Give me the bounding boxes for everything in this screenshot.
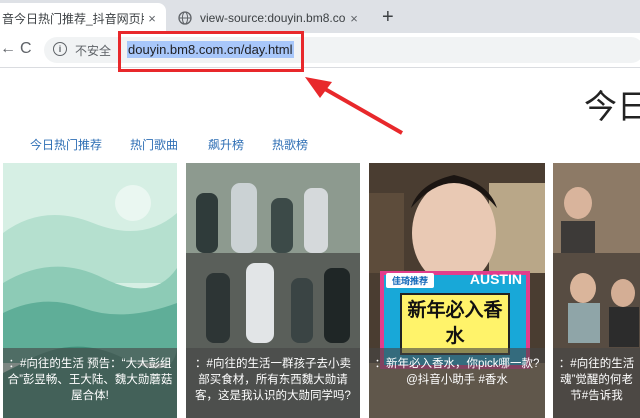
tab-title: 音今日热门推荐_抖音网页版|抖 [2, 11, 144, 26]
nav-item-today[interactable]: 今日热门推荐 [30, 136, 102, 153]
globe-icon [178, 11, 192, 25]
reload-icon[interactable]: C [20, 40, 32, 58]
page-title: 今日 [584, 88, 640, 125]
nav-item-rising[interactable]: 飙升榜 [208, 136, 244, 153]
new-tab-button[interactable]: + [382, 6, 394, 28]
nav-item-hot-chart[interactable]: 热歌榜 [272, 136, 308, 153]
toolbar: ← C i 不安全 douyin.bm8.com.cn/day.html [0, 33, 640, 68]
video-card[interactable]: ：#向往的生活一群孩子去小卖部买食材，所有东西魏大勋请客，这是我认识的大勋同学吗… [186, 163, 360, 418]
info-icon[interactable]: i [53, 42, 67, 56]
video-card[interactable]: ：#向往的生活 预告：“大大彭组合”彭昱畅、王大陆、魏大勋蘑菇屋合体! [3, 163, 177, 418]
not-secure-label[interactable]: 不安全 [75, 42, 111, 59]
sticker-badge: 佳琦推荐 [386, 273, 435, 288]
back-icon[interactable]: ← [0, 40, 16, 58]
sticker-text: 新年必入香水 [400, 293, 510, 355]
tab-view-source[interactable]: view-source:douyin.bm8.com.c × [168, 3, 368, 33]
video-card[interactable]: ：#向往的生活魂”觉醒的何老节#告诉我 [553, 163, 640, 418]
video-caption: ：#向往的生活魂”觉醒的何老节#告诉我 [553, 348, 640, 418]
close-tab-icon[interactable]: × [144, 11, 160, 26]
tab-title: view-source:douyin.bm8.com.c [200, 11, 346, 25]
tab-active[interactable]: 音今日热门推荐_抖音网页版|抖 × [0, 3, 166, 33]
video-caption: ：新年必入香水，你pick哪一款? @抖音小助手 #香水 [369, 348, 545, 418]
video-caption: ：#向往的生活一群孩子去小卖部买食材，所有东西魏大勋请客，这是我认识的大勋同学吗… [186, 348, 360, 418]
nav-item-hot-songs[interactable]: 热门歌曲 [130, 136, 178, 153]
annotation-box [118, 31, 304, 72]
video-card[interactable]: 佳琦推荐 AUSTIN 新年必入香水 ：新年必入香水，你pick哪一款? @抖音… [369, 163, 545, 418]
video-caption: ：#向往的生活 预告：“大大彭组合”彭昱畅、王大陆、魏大勋蘑菇屋合体! [3, 348, 177, 418]
sticker-brand: AUSTIN [469, 271, 522, 287]
close-tab-icon[interactable]: × [346, 11, 362, 26]
tab-strip: 音今日热门推荐_抖音网页版|抖 × view-source:douyin.bm8… [0, 0, 640, 33]
